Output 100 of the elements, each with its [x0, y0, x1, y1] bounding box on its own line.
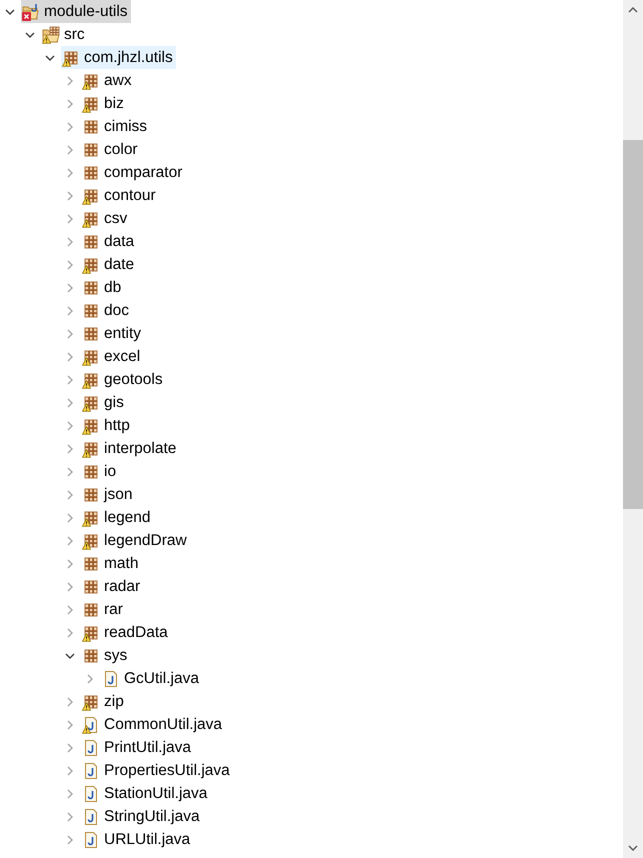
package-icon — [82, 256, 100, 274]
chevron-right-icon[interactable] — [65, 444, 75, 454]
tree-item[interactable]: src — [41, 23, 88, 46]
chevron-right-icon[interactable] — [65, 536, 75, 546]
tree-item[interactable]: legendDraw — [81, 529, 190, 552]
chevron-right-icon[interactable] — [85, 674, 95, 684]
package-icon — [82, 164, 100, 182]
tree-item[interactable]: sys — [81, 644, 130, 667]
tree-item[interactable]: StationUtil.java — [81, 782, 210, 805]
tree-item[interactable]: comparator — [81, 161, 186, 184]
package-icon — [82, 486, 100, 504]
tree-item[interactable]: math — [81, 552, 142, 575]
chevron-right-icon[interactable] — [65, 720, 75, 730]
tree-item[interactable]: awx — [81, 69, 135, 92]
package-icon — [82, 210, 100, 228]
tree-item[interactable]: CommonUtil.java — [81, 713, 226, 736]
java-file-icon — [82, 738, 100, 756]
chevron-right-icon[interactable] — [65, 98, 75, 108]
tree-item[interactable]: PrintUtil.java — [81, 736, 194, 759]
tree-item[interactable]: db — [81, 276, 124, 299]
tree-item[interactable]: module-utils — [21, 0, 131, 23]
chevron-right-icon[interactable] — [65, 306, 75, 316]
package-icon — [82, 232, 100, 250]
package-icon — [82, 94, 100, 112]
chevron-right-icon[interactable] — [65, 328, 75, 338]
chevron-right-icon[interactable] — [65, 260, 75, 270]
tree-item[interactable]: io — [81, 460, 120, 483]
package-icon — [82, 646, 100, 664]
tree-item[interactable]: excel — [81, 345, 144, 368]
java-file-icon — [82, 808, 100, 826]
tree-item[interactable]: gis — [81, 391, 127, 414]
package-icon — [82, 278, 100, 296]
scrollbar-thumb[interactable] — [623, 140, 643, 509]
chevron-right-icon[interactable] — [65, 604, 75, 614]
chevron-right-icon[interactable] — [65, 214, 75, 224]
chevron-right-icon[interactable] — [65, 122, 75, 132]
tree-item[interactable]: com.jhzl.utils — [61, 46, 176, 69]
package-icon — [82, 348, 100, 366]
tree-item[interactable]: StringUtil.java — [81, 805, 203, 828]
chevron-right-icon[interactable] — [65, 144, 75, 154]
tree-item[interactable]: rar — [81, 598, 126, 621]
tree-item[interactable]: http — [81, 414, 133, 437]
chevron-right-icon[interactable] — [65, 190, 75, 200]
tree-item[interactable]: date — [81, 253, 138, 276]
chevron-right-icon[interactable] — [65, 490, 75, 500]
chevron-right-icon[interactable] — [65, 398, 75, 408]
chevron-right-icon[interactable] — [65, 558, 75, 568]
chevron-right-icon[interactable] — [65, 834, 75, 844]
tree-item[interactable]: interpolate — [81, 437, 180, 460]
tree-item[interactable]: readData — [81, 621, 171, 644]
tree-item[interactable]: doc — [81, 299, 132, 322]
tree-item[interactable]: json — [81, 483, 136, 506]
tree-item[interactable]: URLUtil.java — [81, 828, 194, 851]
tree-item[interactable]: data — [81, 230, 138, 253]
chevron-right-icon[interactable] — [65, 236, 75, 246]
package-icon — [82, 72, 100, 90]
tree-item[interactable]: zip — [81, 690, 127, 713]
chevron-right-icon[interactable] — [65, 766, 75, 776]
tree-item[interactable]: entity — [81, 322, 144, 345]
package-icon — [82, 600, 100, 618]
tree-item[interactable]: geotools — [81, 368, 166, 391]
package-icon — [82, 140, 100, 158]
chevron-right-icon[interactable] — [65, 512, 75, 522]
tree-item[interactable]: PropertiesUtil.java — [81, 759, 233, 782]
chevron-right-icon[interactable] — [65, 742, 75, 752]
package-icon — [82, 692, 100, 710]
java-file-icon — [82, 784, 100, 802]
chevron-right-icon[interactable] — [65, 352, 75, 362]
chevron-up-icon — [628, 7, 638, 13]
chevron-right-icon[interactable] — [65, 788, 75, 798]
chevron-down-icon[interactable] — [5, 6, 15, 16]
package-icon — [82, 462, 100, 480]
tree-item[interactable]: cimiss — [81, 115, 150, 138]
tree-item[interactable]: legend — [81, 506, 154, 529]
chevron-right-icon[interactable] — [65, 628, 75, 638]
package-icon — [82, 394, 100, 412]
chevron-down-icon[interactable] — [45, 52, 55, 62]
chevron-right-icon[interactable] — [65, 466, 75, 476]
chevron-right-icon[interactable] — [65, 374, 75, 384]
chevron-right-icon[interactable] — [65, 812, 75, 822]
chevron-down-icon[interactable] — [65, 650, 75, 660]
package-icon — [82, 578, 100, 596]
package-icon — [82, 508, 100, 526]
chevron-right-icon[interactable] — [65, 696, 75, 706]
tree-item[interactable]: csv — [81, 207, 130, 230]
chevron-right-icon[interactable] — [65, 168, 75, 178]
chevron-right-icon[interactable] — [65, 420, 75, 430]
tree-item[interactable]: GcUtil.java — [101, 667, 202, 690]
package-icon — [82, 532, 100, 550]
tree-item[interactable]: radar — [81, 575, 144, 598]
tree-item[interactable]: color — [81, 138, 141, 161]
chevron-right-icon[interactable] — [65, 282, 75, 292]
package-icon — [82, 624, 100, 642]
chevron-right-icon[interactable] — [65, 582, 75, 592]
tree-item[interactable]: biz — [81, 92, 127, 115]
chevron-down-icon[interactable] — [25, 30, 35, 40]
package-icon — [82, 554, 100, 572]
chevron-right-icon[interactable] — [65, 76, 75, 86]
tree-item[interactable]: contour — [81, 184, 159, 207]
package-icon — [82, 416, 100, 434]
